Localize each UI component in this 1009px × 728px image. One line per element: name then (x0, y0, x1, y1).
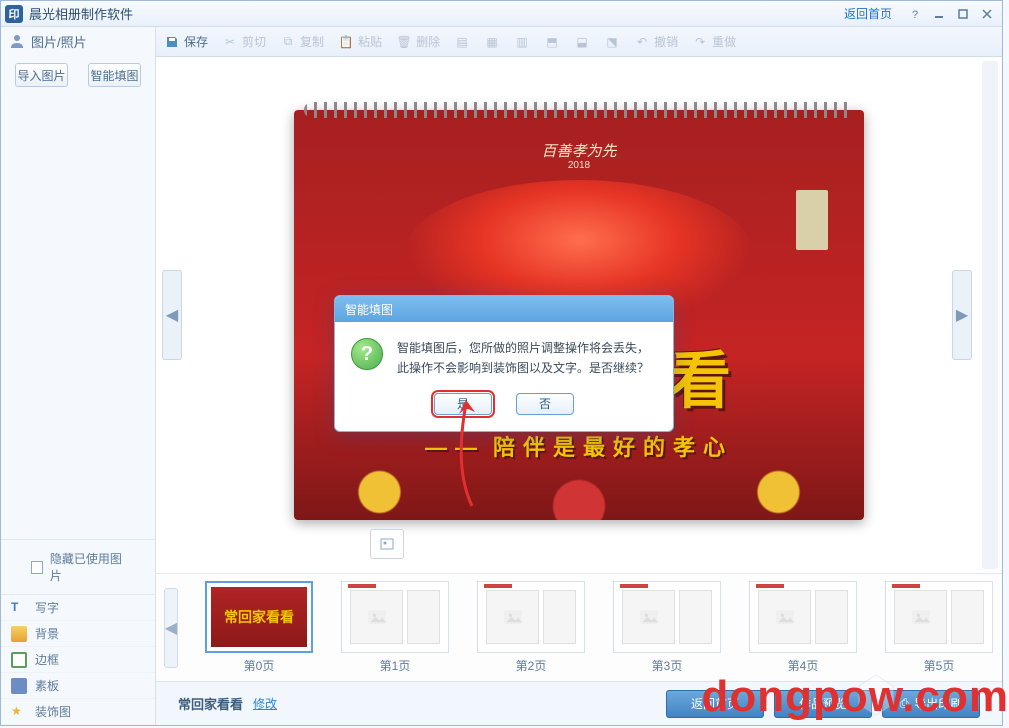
save-icon (164, 34, 180, 50)
spiral-binding (304, 102, 854, 118)
align-middle-button: ⬓ (574, 34, 590, 50)
tool-text[interactable]: T写字 (1, 595, 155, 621)
import-photos-button[interactable]: 导入图片 (15, 63, 68, 87)
thumbnail-page-4[interactable]: 第4页 (748, 581, 858, 674)
person-icon (9, 33, 25, 49)
align-top-icon: ⬒ (544, 34, 560, 50)
thumbnail-page-5[interactable]: 第5页 (884, 581, 994, 674)
scissors-icon: ✂ (222, 34, 238, 50)
dialog-title: 智能填图 (335, 296, 673, 322)
star-icon: ★ (11, 704, 27, 720)
canvas-next-button[interactable]: ▶ (952, 270, 972, 360)
thumb-prev-button[interactable]: ◀ (164, 588, 178, 668)
thumbnail-page-3[interactable]: 第3页 (612, 581, 722, 674)
question-icon: ? (351, 338, 383, 370)
undo-button: ↶撤销 (634, 33, 678, 50)
trash-icon: 🗑 (396, 34, 412, 50)
align-top-button: ⬒ (544, 34, 560, 50)
maximize-button[interactable] (952, 5, 974, 23)
delete-button: 🗑删除 (396, 33, 440, 50)
tool-template[interactable]: 素板 (1, 673, 155, 699)
cut-button: ✂剪切 (222, 33, 266, 50)
redo-button: ↷重做 (692, 33, 736, 50)
undo-icon: ↶ (634, 34, 650, 50)
tool-border[interactable]: 边框 (1, 647, 155, 673)
redo-icon: ↷ (692, 34, 708, 50)
dialog-yes-button[interactable]: 是 (434, 393, 492, 415)
sidebar: 图片/照片 导入图片 智能填图 隐藏已使用图片 T写字 背景 边框 素板 ★装饰… (1, 27, 156, 725)
app-title: 晨光相册制作软件 (29, 4, 133, 23)
copy-button: ⧉复制 (280, 33, 324, 50)
calendar-year: 2018 (294, 160, 864, 171)
thumbnail-strip: ◀ 常回家看看 第0页 第1页 第2页 第3页 (156, 573, 1002, 681)
project-name: 常回家看看 (178, 694, 243, 713)
thumbnail-page-2[interactable]: 第2页 (476, 581, 586, 674)
calendar-top-script: 百善孝为先 (294, 140, 864, 161)
thumb-label: 第2页 (516, 657, 547, 674)
template-icon (11, 678, 27, 694)
hide-used-row[interactable]: 隐藏已使用图片 (1, 539, 155, 595)
title-bar: 印 晨光相册制作软件 返回首页 ? (1, 1, 1002, 27)
minimize-button[interactable] (928, 5, 950, 23)
sidebar-photos-label: 图片/照片 (31, 32, 87, 51)
calendar-badge (796, 190, 828, 250)
tool-decoration[interactable]: ★装饰图 (1, 699, 155, 725)
align-center-icon: ▦ (484, 34, 500, 50)
smart-fill-dialog: 智能填图 ? 智能填图后，您所做的照片调整操作将会丢失，此操作不会影响到装饰图以… (334, 295, 674, 432)
text-icon: T (11, 600, 27, 616)
toolbar: 保存 ✂剪切 ⧉复制 📋粘贴 🗑删除 ▤ ▦ ▥ ⬒ ⬓ ⬔ ↶撤销 ↷重做 (156, 27, 1002, 57)
thumb-label: 第0页 (244, 657, 275, 674)
calendar-flowers (294, 450, 864, 520)
align-right-icon: ▥ (514, 34, 530, 50)
thumb-label: 第3页 (652, 657, 683, 674)
background-icon (11, 626, 27, 642)
copy-icon: ⧉ (280, 34, 296, 50)
dialog-message: 智能填图后，您所做的照片调整操作将会丢失，此操作不会影响到装饰图以及文字。是否继… (397, 338, 657, 379)
titlebar-home-link[interactable]: 返回首页 (844, 5, 892, 22)
align-right-button: ▥ (514, 34, 530, 50)
thumb-label: 第1页 (380, 657, 411, 674)
hide-used-label: 隐藏已使用图片 (50, 550, 125, 584)
paste-icon: 📋 (338, 34, 354, 50)
sidebar-photos-head: 图片/照片 (1, 27, 155, 55)
align-bottom-icon: ⬔ (604, 34, 620, 50)
align-left-icon: ▤ (454, 34, 470, 50)
svg-text:?: ? (912, 9, 918, 20)
tool-background[interactable]: 背景 (1, 621, 155, 647)
modify-link[interactable]: 修改 (253, 695, 277, 712)
canvas-prev-button[interactable]: ◀ (162, 270, 182, 360)
help-button[interactable]: ? (904, 5, 926, 23)
align-bottom-button: ⬔ (604, 34, 620, 50)
dialog-no-button[interactable]: 否 (516, 393, 574, 415)
save-button[interactable]: 保存 (164, 33, 208, 50)
border-icon (11, 652, 27, 668)
paste-button: 📋粘贴 (338, 33, 382, 50)
thumbnail-page-1[interactable]: 第1页 (340, 581, 450, 674)
thumb-cover-text: 常回家看看 (211, 587, 307, 647)
hide-used-checkbox[interactable] (31, 561, 43, 574)
watermark-text: dongpow.com (701, 672, 1009, 722)
align-middle-icon: ⬓ (574, 34, 590, 50)
smart-fill-button[interactable]: 智能填图 (88, 63, 141, 87)
vertical-scrollbar[interactable] (982, 61, 998, 569)
align-center-button: ▦ (484, 34, 500, 50)
app-icon: 印 (5, 5, 23, 23)
close-button[interactable] (976, 5, 998, 23)
thumbnail-page-0[interactable]: 常回家看看 第0页 (204, 581, 314, 674)
align-left-button: ▤ (454, 34, 470, 50)
canvas-tool-button[interactable] (370, 529, 404, 559)
